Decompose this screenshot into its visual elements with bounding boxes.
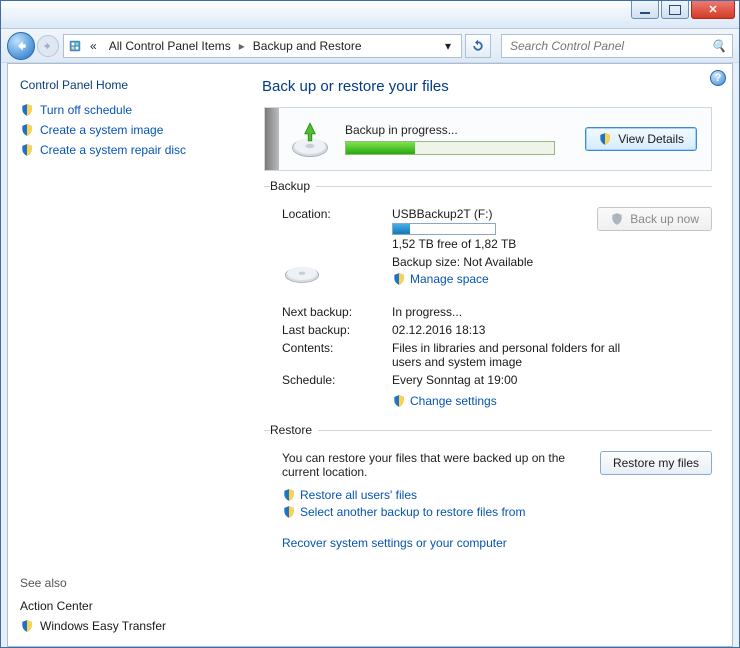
- banner-stripe: [265, 108, 279, 170]
- shield-icon: [598, 132, 612, 146]
- restore-my-files-button[interactable]: Restore my files: [600, 451, 712, 475]
- restore-text: You can restore your files that were bac…: [282, 451, 582, 479]
- close-button[interactable]: [691, 1, 735, 19]
- breadcrumb-prefix: «: [86, 39, 101, 53]
- contents-label: Contents:: [282, 341, 392, 355]
- see-also-heading: See also: [20, 576, 222, 590]
- address-bar[interactable]: « All Control Panel Items ▸ Backup and R…: [63, 34, 462, 58]
- manage-space-link[interactable]: Manage space: [410, 272, 489, 286]
- restore-all-users-link[interactable]: Restore all users' files: [300, 488, 417, 502]
- backup-progress-banner: Backup in progress... View Details: [264, 107, 712, 171]
- backup-size-text: Backup size: Not Available: [392, 255, 712, 269]
- contents-value: Files in libraries and personal folders …: [392, 341, 652, 369]
- last-backup-value: 02.12.2016 18:13: [392, 323, 712, 337]
- shield-icon: [610, 212, 624, 226]
- shield-icon: [392, 272, 406, 286]
- select-another-backup-link[interactable]: Select another backup to restore files f…: [300, 505, 525, 519]
- main-content: ? Back up or restore your files Backup i…: [234, 64, 732, 646]
- body: Control Panel Home Turn off schedule Cre…: [7, 63, 733, 647]
- schedule-label: Schedule:: [282, 373, 392, 387]
- change-settings-link[interactable]: Change settings: [410, 394, 497, 408]
- shield-icon: [20, 143, 34, 157]
- navbar: « All Control Panel Items ▸ Backup and R…: [1, 29, 739, 63]
- sidebar-item-label: Turn off schedule: [40, 103, 132, 117]
- shield-icon: [392, 394, 406, 408]
- shield-icon: [282, 505, 296, 519]
- sidebar-easy-transfer[interactable]: Windows Easy Transfer: [20, 616, 222, 636]
- last-backup-label: Last backup:: [282, 323, 392, 337]
- sidebar: Control Panel Home Turn off schedule Cre…: [8, 64, 234, 646]
- chevron-right-icon: ▸: [239, 39, 245, 53]
- schedule-value: Every Sonntag at 19:00: [392, 373, 712, 387]
- restore-group: Restore You can restore your files that …: [264, 423, 712, 550]
- search-icon: 🔍: [711, 39, 726, 53]
- breadcrumb-backup-restore[interactable]: Backup and Restore: [249, 39, 366, 53]
- backup-legend: Backup: [270, 179, 316, 193]
- back-up-now-button: Back up now: [597, 207, 712, 231]
- search-input[interactable]: [508, 38, 707, 54]
- shield-icon: [20, 619, 34, 633]
- sidebar-home-link[interactable]: Control Panel Home: [20, 78, 222, 92]
- address-dropdown-icon[interactable]: ▾: [439, 39, 457, 53]
- control-panel-icon: [68, 39, 82, 53]
- disk-usage-bar: [392, 223, 496, 235]
- refresh-button[interactable]: [465, 34, 491, 58]
- backup-status-text: Backup in progress...: [345, 123, 571, 137]
- maximize-button[interactable]: [661, 1, 689, 19]
- drive-icon: [282, 255, 392, 288]
- page-title: Back up or restore your files: [262, 78, 712, 95]
- help-icon[interactable]: ?: [710, 70, 726, 86]
- shield-icon: [20, 103, 34, 117]
- sidebar-create-repair-disc[interactable]: Create a system repair disc: [20, 140, 222, 160]
- free-space-text: 1,52 TB free of 1,82 TB: [392, 237, 597, 251]
- search-box[interactable]: 🔍: [501, 34, 733, 58]
- location-value: USBBackup2T (F:): [392, 207, 597, 221]
- recover-system-link[interactable]: Recover system settings or your computer: [282, 536, 712, 550]
- sidebar-item-label: Create a system repair disc: [40, 143, 186, 157]
- sidebar-action-center[interactable]: Action Center: [20, 596, 222, 616]
- location-label: Location:: [282, 207, 392, 221]
- sidebar-item-label: Create a system image: [40, 123, 163, 137]
- window: « All Control Panel Items ▸ Backup and R…: [0, 0, 740, 648]
- minimize-button[interactable]: [631, 1, 659, 19]
- nav-forward-button: [37, 35, 59, 57]
- restore-legend: Restore: [270, 423, 318, 437]
- titlebar: [1, 1, 739, 29]
- next-backup-value: In progress...: [392, 305, 712, 319]
- shield-icon: [20, 123, 34, 137]
- next-backup-label: Next backup:: [282, 305, 392, 319]
- backup-disc-icon: [289, 118, 331, 160]
- backup-progress-bar: [345, 141, 555, 155]
- sidebar-create-system-image[interactable]: Create a system image: [20, 120, 222, 140]
- nav-back-button[interactable]: [7, 32, 35, 60]
- breadcrumb-all-items[interactable]: All Control Panel Items: [105, 39, 235, 53]
- view-details-button[interactable]: View Details: [585, 127, 697, 151]
- backup-group: Backup Location: USBBackup2T (F:) 1,52 T…: [264, 179, 712, 415]
- shield-icon: [282, 488, 296, 502]
- sidebar-turn-off-schedule[interactable]: Turn off schedule: [20, 100, 222, 120]
